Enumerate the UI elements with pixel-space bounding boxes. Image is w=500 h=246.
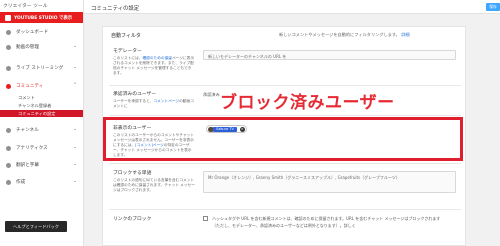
sidebar-item-channel[interactable]: チャンネル ⌄ [0, 125, 83, 135]
dashboard-icon [6, 29, 11, 35]
sidebar-item-label: 翻訳と字幕 [16, 163, 39, 169]
divider [109, 209, 461, 210]
approved-users-value: 承認済み [203, 92, 220, 97]
sidebar-sub-comments[interactable]: コメント [0, 94, 83, 101]
sidebar-item-label: コミュニティ [16, 84, 44, 90]
divider [109, 163, 461, 164]
approved-desc-link[interactable]: コメントページ [153, 99, 179, 103]
blocked-users-annotation: ブロック済みユーザー [220, 93, 395, 113]
sidebar-item-label: ダッシュボード [16, 30, 49, 36]
sidebar-sub-label: チャンネル登録者 [18, 103, 52, 109]
chevron-down-icon: ⌄ [73, 178, 77, 184]
youtube-studio-link[interactable]: YOUTUBE STUDIO で表示 [0, 12, 83, 23]
page-title: コミュニティの設定 [91, 6, 140, 12]
sidebar-item-label: チャンネル [16, 128, 39, 134]
top-bar: コミュニティの設定 保存 [84, 0, 500, 14]
sidebar-item-translations[interactable]: 翻訳と字幕 ⌄ [0, 160, 83, 170]
moderators-desc-text: このリストには、 [113, 56, 143, 60]
sidebar-item-videos[interactable]: 動画の管理 ⌄ [0, 42, 83, 52]
approved-users-label: 承認済みのユーザー [113, 92, 157, 97]
sidebar-sub-label: コメント [18, 95, 35, 101]
sidebar-sub-community-settings[interactable]: コミュニティの設定 [0, 110, 83, 117]
sidebar-item-label: 動画の管理 [16, 45, 39, 51]
section-learn-more-link[interactable]: 詳細 [401, 32, 409, 37]
analytics-icon [6, 145, 11, 151]
sidebar-sub-label: コミュニティの設定 [18, 111, 56, 117]
save-button[interactable]: 保存 [486, 3, 500, 11]
divider [109, 115, 461, 116]
moderators-label: モデレーター [113, 49, 142, 54]
sidebar-sub-subscribers[interactable]: チャンネル登録者 [0, 102, 83, 109]
help-feedback-button[interactable]: ヘルプとフィードバック [5, 221, 67, 232]
sidebar-item-label: ライブ ストリーミング [16, 66, 64, 72]
channel-icon [6, 127, 11, 133]
link-blocking-text-line2: （ただし、モデレーター、承認済みのユーザーなどは例外となります）。詳しく [212, 223, 356, 228]
video-icon [6, 44, 11, 50]
blocked-words-label: ブロックする単語 [113, 171, 152, 176]
create-icon [6, 179, 11, 185]
translate-icon [6, 162, 11, 168]
link-blocking-label: リンクのブロック [113, 217, 152, 222]
section-description-text: 新しいコメントやメッセージを自動的にフィルタリングします。 [279, 32, 400, 37]
approved-users-description: ユーザーを承認すると、コメントページの動画コメントに [113, 99, 195, 109]
sidebar-item-community[interactable]: コミュニティ ⌃ [0, 81, 83, 91]
chevron-down-icon: ⌄ [73, 161, 77, 167]
sidebar-item-live[interactable]: ライブ ストリーミング ⌄ [0, 63, 83, 73]
approved-desc-text: ユーザーを承認すると、 [113, 99, 154, 103]
link-blocking-checkbox[interactable] [203, 216, 208, 221]
sidebar-item-create[interactable]: 作成 ⌄ [0, 177, 83, 187]
sidebar-item-analytics[interactable]: アナリティクス ⌄ [0, 143, 83, 153]
chevron-down-icon: ⌄ [73, 43, 77, 49]
link-blocking-text-line1: ハッシュタグや URL を含む新規コメントは、確認のために保留されます。URL … [212, 216, 441, 221]
sidebar-item-dashboard[interactable]: ダッシュボード [0, 27, 83, 37]
sidebar-header: クリエイター ツール [3, 4, 48, 9]
chevron-down-icon: ⌄ [73, 144, 77, 150]
community-icon [6, 83, 11, 89]
blocked-words-description: このリストの語句に似ている言葉を含むコメントは確認のために保留されます。チャット… [113, 178, 195, 192]
divider [109, 85, 461, 86]
sidebar-item-label: 作成 [16, 180, 26, 186]
blocked-words-input[interactable]: Mr Orange（オレンジ）, Granny Smith（グラニースミスアップ… [203, 171, 456, 193]
live-icon [6, 65, 11, 71]
highlight-box [103, 117, 463, 161]
studio-label: YOUTUBE STUDIO で表示 [14, 15, 73, 21]
moderator-url-input[interactable]: 新しいモデレーターのチャンネルの URL を [203, 50, 456, 60]
chevron-down-icon: ⌄ [73, 64, 77, 70]
studio-icon [5, 14, 11, 21]
moderators-desc-link[interactable]: 確認のための保留 [143, 56, 173, 60]
section-description: 新しいコメントやメッセージを自動的にフィルタリングします。 詳細 [279, 32, 410, 38]
chevron-down-icon: ⌄ [73, 126, 77, 132]
chevron-up-icon: ⌃ [73, 82, 77, 88]
sidebar-item-label: アナリティクス [16, 146, 48, 152]
section-title: 自動フィルタ [111, 33, 141, 39]
sidebar: クリエイター ツール YOUTUBE STUDIO で表示 ダッシュボード 動画… [0, 0, 84, 246]
moderators-description: このリストには、確認のための保留ページに表示されるコメントを削除できます。また、… [113, 56, 195, 76]
